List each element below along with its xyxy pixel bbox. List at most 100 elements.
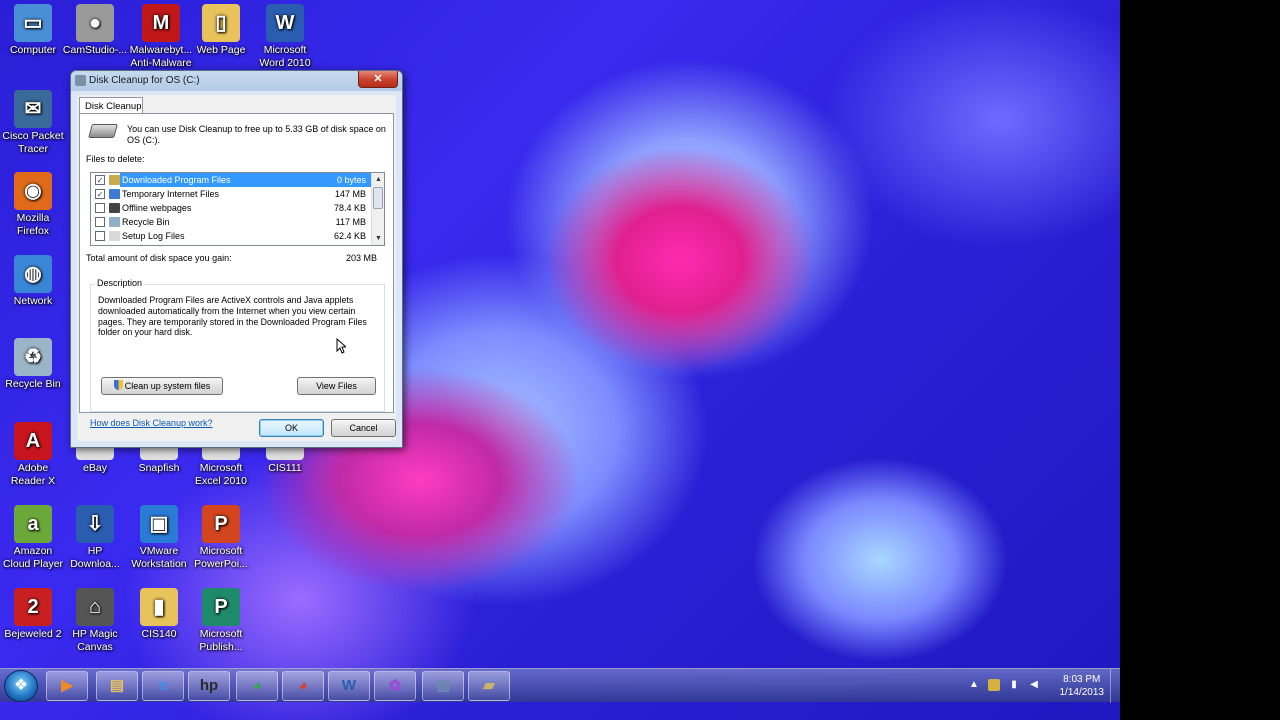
desktop-icon[interactable]: ✉ Cisco Packet Tracer [0, 90, 66, 156]
explorer-icon: ▤ [109, 677, 125, 694]
desktop-icon[interactable]: 2 Bejeweled 2 [0, 588, 66, 641]
description-legend: Description [95, 278, 145, 288]
file-category-checkbox[interactable]: ✓ [95, 175, 105, 185]
file-category-size: 0 bytes [336, 175, 366, 185]
taskbar-button-movie-maker[interactable]: ▥ [422, 671, 464, 701]
app-icon: P [202, 505, 240, 543]
desktop-icon[interactable]: ▯ Web Page [188, 4, 254, 57]
file-category-icon [109, 203, 120, 213]
app-icon: W [266, 4, 304, 42]
taskbar-button-chrome[interactable]: ◕ [236, 671, 278, 701]
desktop-icon[interactable]: W Microsoft Word 2010 [252, 4, 318, 70]
desktop-icon[interactable]: a Amazon Cloud Player [0, 505, 66, 571]
file-category-name: Recycle Bin [122, 217, 170, 227]
help-link[interactable]: How does Disk Cleanup work? [90, 418, 213, 428]
hp-icon: hp [199, 677, 219, 694]
desktop-icon[interactable]: ▮ CIS140 [126, 588, 192, 641]
file-category-row[interactable]: ✓ Temporary Internet Files 147 MB [91, 187, 384, 201]
app-icon: ⇩ [76, 505, 114, 543]
clock-date: 1/14/2013 [1059, 687, 1105, 698]
scroll-thumb[interactable] [373, 187, 383, 209]
desktop-icon[interactable]: ▭ Computer [0, 4, 66, 57]
dialog-client: Disk Cleanup You can use Disk Cleanup to… [77, 95, 396, 441]
taskbar-button-word[interactable]: W [328, 671, 370, 701]
desktop[interactable]: ▭ Computer ● CamStudio-... M Malwarebyt... An… [0, 0, 1120, 720]
file-category-icon [109, 175, 120, 185]
desktop-icon[interactable]: ♻ Recycle Bin [0, 338, 66, 391]
desktop-icon-label: Microsoft Word 2010 [259, 44, 311, 69]
desktop-icon-label: CIS111 [268, 462, 302, 474]
show-desktop-button[interactable] [1110, 669, 1120, 703]
desktop-icon-label: HP Magic Canvas [72, 628, 118, 653]
desktop-icon[interactable]: ⌂ HP Magic Canvas [62, 588, 128, 654]
app-icon: ▭ [14, 4, 52, 42]
taskbar-button-media-player[interactable]: ▶ [46, 671, 88, 701]
file-category-size: 62.4 KB [333, 231, 366, 241]
file-category-checkbox[interactable]: ✓ [95, 189, 105, 199]
volume-icon[interactable]: ◀ [1028, 679, 1040, 691]
mouse-cursor-icon [336, 338, 346, 354]
desktop-icon[interactable]: ◉ Mozilla Firefox [0, 172, 66, 238]
file-category-row[interactable]: Offline webpages 78.4 KB [91, 201, 384, 215]
file-category-icon [109, 189, 120, 199]
disk-cleanup-dialog: Disk Cleanup for OS (C:) ✕ Disk Cleanup … [70, 70, 403, 448]
desktop-icon-label: Recycle Bin [5, 378, 61, 390]
desktop-icon[interactable]: ◍ Network [0, 255, 66, 308]
close-button[interactable]: ✕ [358, 71, 398, 88]
internet-explorer-icon: e [158, 677, 168, 694]
taskbar-button-internet-explorer[interactable]: e [142, 671, 184, 701]
start-button[interactable]: ❖ [4, 670, 38, 702]
desktop-icon[interactable]: P Microsoft Publish... [188, 588, 254, 654]
show-hidden-icons-icon[interactable]: ▲ [968, 679, 980, 691]
desktop-icon-label: Microsoft Publish... [199, 628, 243, 653]
taskbar: ❖ ▶ ▤ e hp ◕ ◕ W ✿ ▥ ▰ ▲ ▮ ◀ 8:03 PM 1/14/2013 [0, 668, 1120, 703]
desktop-icon-label: Bejeweled 2 [4, 628, 62, 640]
app-icon: A [14, 422, 52, 460]
desktop-icon[interactable]: A Adobe Reader X [0, 422, 66, 488]
file-category-row[interactable]: Setup Log Files 62.4 KB [91, 229, 384, 243]
media-player-icon: ▶ [61, 677, 73, 694]
taskbar-button-chrome-2[interactable]: ◕ [282, 671, 324, 701]
file-category-size: 147 MB [334, 189, 366, 199]
scroll-up-icon[interactable]: ▲ [372, 173, 384, 186]
cancel-button[interactable]: Cancel [331, 419, 396, 437]
app-icon: ▮ [140, 588, 178, 626]
desktop-icon[interactable]: ⇩ HP Downloa... [62, 505, 128, 571]
drive-icon [88, 124, 118, 138]
files-to-delete-label: Files to delete: [86, 154, 145, 164]
desktop-icon-label: HP Downloa... [70, 545, 120, 570]
taskbar-button-picasa[interactable]: ✿ [374, 671, 416, 701]
desktop-icon-label: VMware Workstation [131, 545, 187, 570]
clean-up-system-files-button[interactable]: Clean up system files [101, 377, 223, 395]
file-category-row[interactable]: ✓ Downloaded Program Files 0 bytes [91, 173, 384, 187]
taskbar-button-hp[interactable]: hp [188, 671, 230, 701]
view-files-button[interactable]: View Files [297, 377, 376, 395]
tab-disk-cleanup[interactable]: Disk Cleanup [79, 97, 143, 114]
app-icon: ● [76, 4, 114, 42]
files-list[interactable]: ✓ Downloaded Program Files 0 bytes ✓ Tempora… [90, 172, 385, 246]
chrome-2-icon: ◕ [298, 677, 308, 694]
desktop-icon[interactable]: P Microsoft PowerPoi... [188, 505, 254, 571]
action-center-icon[interactable] [988, 679, 1000, 691]
desktop-icon[interactable]: ● CamStudio-... [62, 4, 128, 57]
file-category-row[interactable]: Recycle Bin 117 MB [91, 215, 384, 229]
clock[interactable]: 8:03 PM 1/14/2013 [1060, 673, 1105, 699]
taskbar-button-explorer[interactable]: ▤ [96, 671, 138, 701]
files-list-scrollbar[interactable]: ▲ ▼ [371, 173, 384, 245]
app-icon: ♻ [14, 338, 52, 376]
desktop-icon-label: Network [13, 295, 53, 307]
desktop-icon[interactable]: ▣ VMware Workstation [126, 505, 192, 571]
desktop-icon[interactable]: M Malwarebyt... Anti-Malware [128, 4, 194, 70]
app-icon: ✉ [14, 90, 52, 128]
scroll-down-icon[interactable]: ▼ [372, 232, 384, 245]
ok-button[interactable]: OK [259, 419, 324, 437]
taskbar-button-disk-cleanup[interactable]: ▰ [468, 671, 510, 701]
tab-panel: You can use Disk Cleanup to free up to 5… [79, 113, 394, 428]
desktop-icon-label: Malwarebyt... Anti-Malware [129, 44, 193, 69]
file-category-checkbox[interactable] [95, 217, 105, 227]
network-signal-icon[interactable]: ▮ [1008, 679, 1020, 691]
file-category-checkbox[interactable] [95, 231, 105, 241]
app-icon: P [202, 588, 240, 626]
file-category-checkbox[interactable] [95, 203, 105, 213]
dialog-titlebar[interactable]: Disk Cleanup for OS (C:) ✕ [71, 71, 402, 91]
